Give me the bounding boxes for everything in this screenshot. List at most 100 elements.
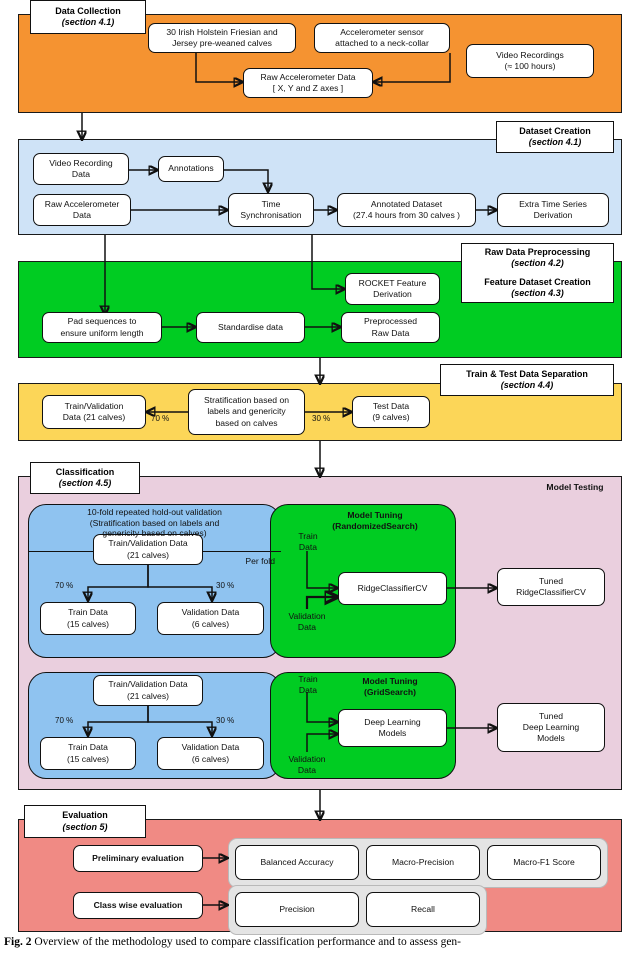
- metric-balanced-accuracy: Balanced Accuracy: [235, 845, 359, 880]
- node-line: (15 calves): [66, 618, 110, 629]
- node-line: ROCKET Feature: [358, 277, 427, 288]
- edge-label-fold1-70: 70 %: [55, 581, 74, 590]
- label-line: Data: [298, 684, 318, 695]
- tuning-title-line: Model Tuning: [362, 676, 418, 686]
- node-line: Pad sequences to: [67, 316, 137, 327]
- tuning1-train-data-label: Train Data: [285, 531, 331, 552]
- node-line: Test Data: [372, 400, 410, 411]
- per-fold-label-1: Per fold: [245, 556, 275, 566]
- label-line: Train: [298, 531, 318, 541]
- tuning2-validation-data-label: Validation Data: [277, 754, 337, 775]
- node-line: based on calves: [215, 417, 278, 428]
- node-line: (6 calves): [191, 753, 230, 764]
- stage-tag-train-test-separation: Train & Test Data Separation (section 4.…: [440, 364, 614, 396]
- tuning-title-line: Model Tuning: [347, 510, 403, 520]
- tuning-method-line: (GridSearch): [363, 686, 417, 697]
- node-ridgeclassifiercv: RidgeClassifierCV: [338, 572, 447, 605]
- node-tuned-deep-learning-models: Tuned Deep Learning Models: [497, 703, 605, 752]
- stage-title: Raw Data Preprocessing: [484, 247, 591, 257]
- tuning-method-line: (RandomizedSearch): [332, 520, 418, 531]
- methodology-flowchart: Data Collection (section 4.1) 30 Irish H…: [0, 0, 640, 959]
- stage-title: Evaluation: [62, 810, 108, 821]
- node-line: RidgeClassifierCV: [357, 582, 428, 593]
- node-preliminary-evaluation: Preliminary evaluation: [73, 845, 203, 872]
- node-line: Annotated Dataset: [370, 198, 443, 209]
- stage-section: (section 4.5): [58, 478, 112, 488]
- node-line: (15 calves): [66, 753, 110, 764]
- node-line: Time: [261, 198, 281, 209]
- node-line: 30 Irish Holstein Friesian and: [166, 26, 278, 37]
- node-line: Deep Learning: [522, 721, 580, 732]
- node-fold2-train-validation-data: Train/Validation Data (21 calves): [93, 675, 203, 706]
- fold-header-line: (Stratification based on labels and: [89, 517, 220, 528]
- node-line: attached to a neck-collar: [335, 38, 429, 48]
- node-line: Validation Data: [181, 742, 240, 753]
- node-time-synchronisation: Time Synchronisation: [228, 193, 314, 227]
- node-line: (6 calves): [191, 618, 230, 629]
- metric-macro-precision: Macro-Precision: [366, 845, 480, 880]
- node-line: RidgeClassifierCV: [516, 587, 586, 597]
- node-fold1-validation-data: Validation Data (6 calves): [157, 602, 264, 635]
- figure-caption: Fig. 2 Overview of the methodology used …: [4, 935, 640, 950]
- node-line: Models: [537, 733, 565, 744]
- node-line: Deep Learning: [364, 716, 421, 727]
- edge-label-split-30: 30 %: [312, 414, 331, 423]
- node-line: ensure uniform length: [60, 327, 144, 338]
- stage-title: Data Collection: [55, 5, 121, 16]
- node-line: Models: [378, 728, 407, 738]
- stage-tag-data-collection: Data Collection (section 4.1): [30, 0, 146, 34]
- node-standardise-data: Standardise data: [196, 312, 305, 343]
- node-line: Derivation: [533, 210, 573, 220]
- stage-section: (section 4.4): [500, 380, 554, 390]
- node-extra-time-series-derivation: Extra Time Series Derivation: [497, 193, 609, 227]
- node-fold2-train-data: Train Data (15 calves): [40, 737, 136, 770]
- metric-precision: Precision: [235, 892, 359, 927]
- node-line: Train/Validation Data: [108, 679, 188, 690]
- node-line: (27.4 hours from 30 calves ): [353, 210, 460, 220]
- stage-title: Dataset Creation: [519, 125, 591, 136]
- node-line: labels and genericity: [207, 406, 286, 417]
- node-line: Synchronisation: [240, 210, 302, 220]
- edge-label-fold1-30: 30 %: [216, 581, 235, 590]
- node-line: Derivation: [373, 289, 412, 299]
- node-line: Raw Accelerometer: [44, 198, 120, 209]
- stage-title: Train & Test Data Separation: [466, 368, 588, 379]
- node-line: Train Data: [68, 742, 108, 753]
- node-line: Jersey pre-weaned calves: [172, 38, 272, 48]
- node-line: Data (21 calves): [62, 412, 126, 422]
- stage-section: (section 4.2): [511, 258, 564, 269]
- tuning-title-2: Model Tuning (GridSearch): [330, 676, 450, 697]
- node-line: Video Recording: [49, 157, 113, 168]
- fold-header-line: genericity based on calves): [102, 528, 207, 539]
- tuning2-train-data-label: Train Data: [285, 674, 331, 695]
- node-fold1-train-data: Train Data (15 calves): [40, 602, 136, 635]
- stage-section: (section 4.1): [528, 137, 582, 147]
- node-annotated-dataset: Annotated Dataset (27.4 hours from 30 cal…: [337, 193, 476, 227]
- node-rocket-feature-derivation: ROCKET Feature Derivation: [345, 273, 440, 305]
- node-accelerometer-sensor: Accelerometer sensor attached to a neck-c…: [314, 23, 450, 53]
- stage-tag-classification: Classification (section 4.5): [30, 462, 140, 494]
- label-line: Validation: [288, 754, 326, 764]
- node-pad-sequences: Pad sequences to ensure uniform length: [42, 312, 162, 343]
- node-line: Tuned: [538, 710, 564, 721]
- node-fold2-validation-data: Validation Data (6 calves): [157, 737, 264, 770]
- node-deep-learning-models: Deep Learning Models: [338, 709, 447, 747]
- stage-tag-evaluation: Evaluation (section 5): [24, 805, 146, 838]
- node-test-data: Test Data (9 calves): [352, 396, 430, 428]
- node-video-recording-data: Video Recording Data: [33, 153, 129, 185]
- node-line: [ X, Y and Z axes ]: [272, 83, 344, 93]
- stage-tag-dataset-creation: Dataset Creation (section 4.1): [496, 121, 614, 153]
- tuning-title-1: Model Tuning (RandomizedSearch): [300, 510, 450, 531]
- node-line: Raw Accelerometer Data: [260, 71, 356, 82]
- node-class-wise-evaluation: Class wise evaluation: [73, 892, 203, 919]
- stage-section: (section 4.1): [61, 17, 115, 27]
- node-line: Data: [71, 169, 91, 179]
- model-testing-label: Model Testing: [546, 482, 604, 492]
- node-line: Train Data: [68, 607, 108, 618]
- node-line: Accelerometer sensor: [340, 26, 424, 37]
- edge-label-split-70: 70 %: [151, 414, 170, 423]
- node-preprocessed-raw-data: Preprocessed Raw Data: [341, 312, 440, 343]
- node-train-validation-data: Train/Validation Data (21 calves): [42, 395, 146, 429]
- figure-caption-label: Fig. 2: [4, 936, 32, 948]
- node-line: Data: [72, 210, 92, 220]
